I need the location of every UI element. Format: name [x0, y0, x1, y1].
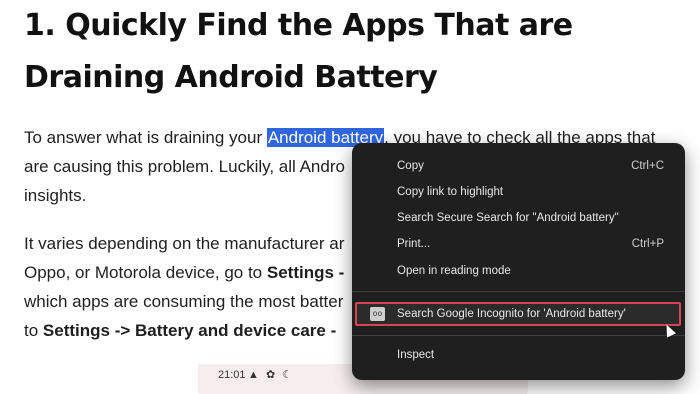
phone-status-time: 21:01 — [218, 369, 246, 381]
paragraph-2-line-3: which apps are consuming the most batter — [24, 292, 344, 311]
menu-separator — [352, 335, 685, 336]
phone-status-icons: ▲ ✿ ☾ — [248, 369, 295, 381]
menu-item-search-secure-search[interactable]: Search Secure Search for "Android batter… — [352, 207, 685, 231]
menu-item-copy[interactable]: Copy Ctrl+C — [352, 155, 685, 179]
paragraph-1-line-2: are causing this problem. Luckily, all A… — [24, 157, 345, 176]
heading-line-2: Draining Android Battery — [24, 60, 438, 95]
menu-separator — [352, 291, 685, 292]
menu-item-copy-link-to-highlight[interactable]: Copy link to highlight — [352, 181, 685, 205]
paragraph-2-line-1: It varies depending on the manufacturer … — [24, 234, 345, 253]
menu-item-inspect[interactable]: Inspect — [352, 344, 685, 368]
shortcut-copy: Ctrl+C — [631, 160, 664, 172]
battery-path-bold: Settings -> Battery and device care - — [42, 321, 337, 340]
paragraph-2-line-4: to Settings -> Battery and device care - — [24, 321, 337, 340]
right-edge-fragment — [696, 32, 700, 62]
menu-item-open-reading-mode[interactable]: Open in reading mode — [352, 260, 685, 284]
menu-item-search-google-incognito[interactable]: oo Search Google Incognito for 'Android … — [355, 302, 681, 326]
menu-item-print[interactable]: Print... Ctrl+P — [352, 233, 685, 257]
paragraph-1-line-3: insights. — [24, 186, 87, 205]
article-heading: 1. Quickly Find the Apps That are Draini… — [24, 0, 664, 104]
heading-line-1: 1. Quickly Find the Apps That are — [24, 8, 573, 43]
shortcut-print: Ctrl+P — [631, 238, 664, 250]
incognito-icon: oo — [370, 307, 385, 321]
paragraph-2-line-2: Oppo, or Motorola device, go to Settings… — [24, 263, 345, 282]
context-menu: Copy Ctrl+C Copy link to highlight Searc… — [352, 143, 685, 380]
settings-path-bold: Settings - — [266, 263, 345, 282]
